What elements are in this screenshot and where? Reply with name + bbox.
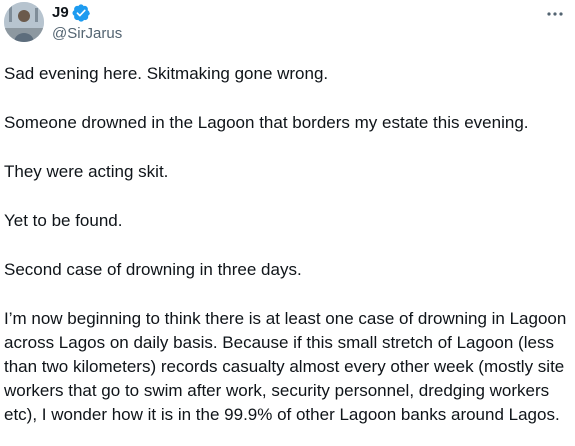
user-handle[interactable]: @SirJarus [52, 24, 122, 44]
tweet-text: Sad evening here. Skitmaking gone wrong.… [4, 62, 570, 427]
avatar[interactable] [4, 2, 44, 42]
author-names: J9 @SirJarus [52, 2, 122, 44]
display-name[interactable]: J9 [52, 3, 69, 23]
display-name-row: J9 [52, 2, 122, 24]
verified-badge-icon [72, 4, 90, 22]
more-options-icon[interactable] [545, 4, 565, 24]
tweet-paragraph: They were acting skit. [4, 162, 169, 181]
tweet-paragraph: Yet to be found. [4, 211, 123, 230]
tweet-paragraph: I’m now beginning to think there is at l… [4, 309, 567, 424]
tweet-paragraph: Second case of drowning in three days. [4, 260, 302, 279]
tweet-paragraph: Someone drowned in the Lagoon that borde… [4, 113, 529, 132]
tweet-header: J9 @SirJarus [4, 2, 571, 46]
tweet-paragraph: Sad evening here. Skitmaking gone wrong. [4, 64, 329, 83]
